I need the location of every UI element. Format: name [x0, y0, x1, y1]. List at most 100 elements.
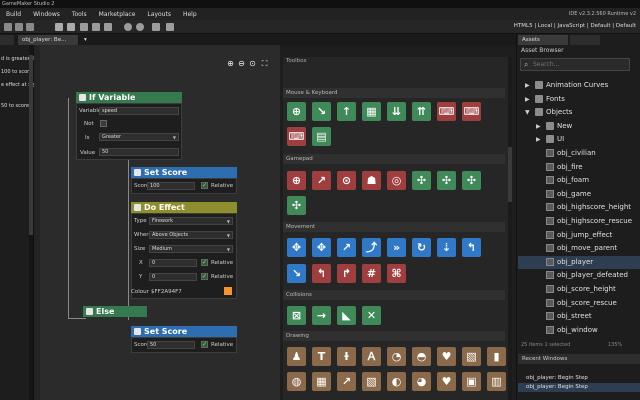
left-scrollbar[interactable] [29, 45, 33, 400]
settings-icon[interactable] [124, 23, 132, 31]
draw-ellipse-icon[interactable]: ◍ [287, 372, 306, 391]
size-dropdown[interactable]: Medium [149, 245, 233, 253]
section-mouse-keyboard[interactable]: Mouse & Keyboard [283, 88, 505, 98]
asset-row-objects[interactable]: ▼ Objects [518, 106, 640, 119]
asset-row-obj-player-defeated[interactable]: obj_player_defeated [518, 269, 640, 282]
y-relative-checkbox[interactable] [201, 273, 208, 280]
asset-row-obj-score-rescue[interactable]: obj_score_rescue [518, 297, 640, 310]
else-header[interactable]: Else [83, 306, 147, 317]
keyboard-icon[interactable]: ⌨ [287, 127, 306, 146]
asset-row-obj-window[interactable]: obj_window [518, 324, 640, 337]
draw-gradient-icon[interactable]: ▧ [362, 372, 381, 391]
collision-point-icon[interactable]: ⊠ [287, 306, 306, 325]
wrap-icon[interactable]: ⌘ [387, 264, 406, 283]
collision-line-icon[interactable]: → [312, 306, 331, 325]
set-score-header[interactable]: Set Score [131, 167, 237, 178]
mouse-down-icon[interactable]: ↘ [312, 102, 331, 121]
draw-background-icon[interactable]: ▥ [487, 372, 506, 391]
menu-windows[interactable]: Windows [27, 11, 66, 18]
toolbox-scroll-thumb[interactable] [508, 147, 512, 202]
recent-window-item[interactable]: obj_player: Begin Step [518, 383, 640, 392]
draw-shape-icon[interactable]: ◓ [412, 347, 431, 366]
gravity-icon[interactable]: ⇣ [437, 238, 456, 257]
draw-score-icon[interactable]: ▣ [462, 372, 481, 391]
score-2-field[interactable]: 50 [147, 341, 195, 349]
path-start-icon[interactable]: ↰ [312, 264, 331, 283]
zoom-reset-icon[interactable]: ⊙ [248, 59, 257, 68]
tab-assets[interactable]: Assets [518, 35, 568, 45]
move-free-icon[interactable]: ✥ [287, 238, 306, 257]
new-project-icon[interactable] [4, 23, 12, 31]
menu-build[interactable]: Build [0, 11, 27, 18]
asset-row-new[interactable]: ▶ New [518, 120, 640, 133]
target-selector[interactable]: HTML5 | Local | JavaScript | Default | D… [514, 23, 636, 29]
section-gamepad[interactable]: Gamepad [283, 154, 505, 164]
gamepad-target-icon[interactable]: ⊙ [337, 171, 356, 190]
draw-self-icon[interactable]: ◕ [412, 372, 431, 391]
asset-row-obj-jump-effect[interactable]: obj_jump_effect [518, 229, 640, 242]
gamepad-buttons-icon[interactable]: ✣ [437, 171, 456, 190]
path-end-icon[interactable]: ↱ [337, 264, 356, 283]
variable-field[interactable]: speed [99, 107, 179, 115]
draw-instance-icon[interactable]: ◐ [387, 372, 406, 391]
score-field[interactable]: 100 [147, 182, 195, 190]
asset-row-fonts[interactable]: ▶ Fonts [518, 93, 640, 106]
canvas-scrollbar[interactable] [34, 45, 40, 400]
menu-tools[interactable]: Tools [66, 11, 93, 18]
collapse-arrow-icon[interactable]: ▶ [525, 79, 530, 92]
draw-text-transformed-icon[interactable]: Ɨ [337, 347, 356, 366]
toolbox-scrollbar[interactable] [508, 57, 512, 400]
x-field[interactable]: 0 [149, 259, 197, 267]
expand-arrow-icon[interactable]: ▼ [525, 106, 530, 119]
tab-menu-icon[interactable]: ▾ [80, 35, 90, 45]
asset-row-obj-civilian[interactable]: obj_civilian [518, 147, 640, 160]
move-towards-icon[interactable]: ↗ [337, 238, 356, 257]
relative-2-checkbox[interactable] [201, 341, 208, 348]
key-pressed-icon[interactable]: ▦ [362, 102, 381, 121]
asset-row-obj-highscore-height[interactable]: obj_highscore_height [518, 201, 640, 214]
asset-row-obj-game[interactable]: obj_game [518, 188, 640, 201]
build-icon[interactable] [55, 23, 63, 31]
menu-marketplace[interactable]: Marketplace [93, 11, 142, 18]
gamepad-dpad-icon[interactable]: ✣ [412, 171, 431, 190]
draw-value-icon[interactable]: Ａ [362, 347, 381, 366]
draw-pie-icon[interactable]: ◔ [387, 347, 406, 366]
options-icon[interactable] [136, 23, 144, 31]
where-dropdown[interactable]: Above Objects [149, 231, 233, 239]
export-icon[interactable] [67, 23, 75, 31]
collapse-arrow-icon[interactable]: ▶ [525, 93, 530, 106]
colour-swatch[interactable] [224, 287, 232, 295]
keyboard-simulate-icon[interactable]: ⌨ [462, 102, 481, 121]
asset-row-obj-move-parent[interactable]: obj_move_parent [518, 242, 640, 255]
collision-circle-icon[interactable]: ◣ [337, 306, 356, 325]
set-score-2-header[interactable]: Set Score [131, 326, 237, 337]
asset-row-obj-fire[interactable]: obj_fire [518, 161, 640, 174]
grid-snap-icon[interactable]: # [362, 264, 381, 283]
gamepad-controller-icon[interactable]: ☗ [362, 171, 381, 190]
run-icon[interactable] [80, 23, 88, 31]
do-effect-header[interactable]: Do Effect [131, 202, 237, 213]
key-down-icon[interactable]: ⇊ [387, 102, 406, 121]
asset-row-obj-score-height[interactable]: obj_score_height [518, 283, 640, 296]
if-variable-header[interactable]: If Variable [76, 92, 182, 103]
tab-previous[interactable] [0, 35, 14, 45]
jump-to-icon[interactable]: ↘ [287, 264, 306, 283]
value-field[interactable]: 50 [99, 148, 179, 156]
section-drawing[interactable]: Drawing [283, 331, 505, 341]
save-icon[interactable] [26, 23, 34, 31]
zoom-out-icon[interactable]: ⊖ [237, 59, 246, 68]
gamepad-pressed-icon[interactable]: ✣ [462, 171, 481, 190]
menu-help[interactable]: Help [177, 11, 203, 18]
help-icon[interactable] [152, 23, 160, 31]
rotate-icon[interactable]: ↻ [412, 238, 431, 257]
asset-row-obj-foam[interactable]: obj_foam [518, 174, 640, 187]
type-dropdown[interactable]: Firework [149, 217, 233, 225]
collision-rect-icon[interactable]: ✕ [362, 306, 381, 325]
menu-layouts[interactable]: Layouts [141, 11, 177, 18]
asset-search-box[interactable]: ⌕ [520, 58, 630, 71]
open-project-icon[interactable] [15, 23, 23, 31]
recent-window-item[interactable]: obj_player: Begin Step [518, 374, 640, 383]
section-movement[interactable]: Movement [283, 222, 505, 232]
mouse-pressed-icon[interactable]: ⊕ [287, 102, 306, 121]
collapse-arrow-icon[interactable]: ▶ [536, 133, 541, 146]
